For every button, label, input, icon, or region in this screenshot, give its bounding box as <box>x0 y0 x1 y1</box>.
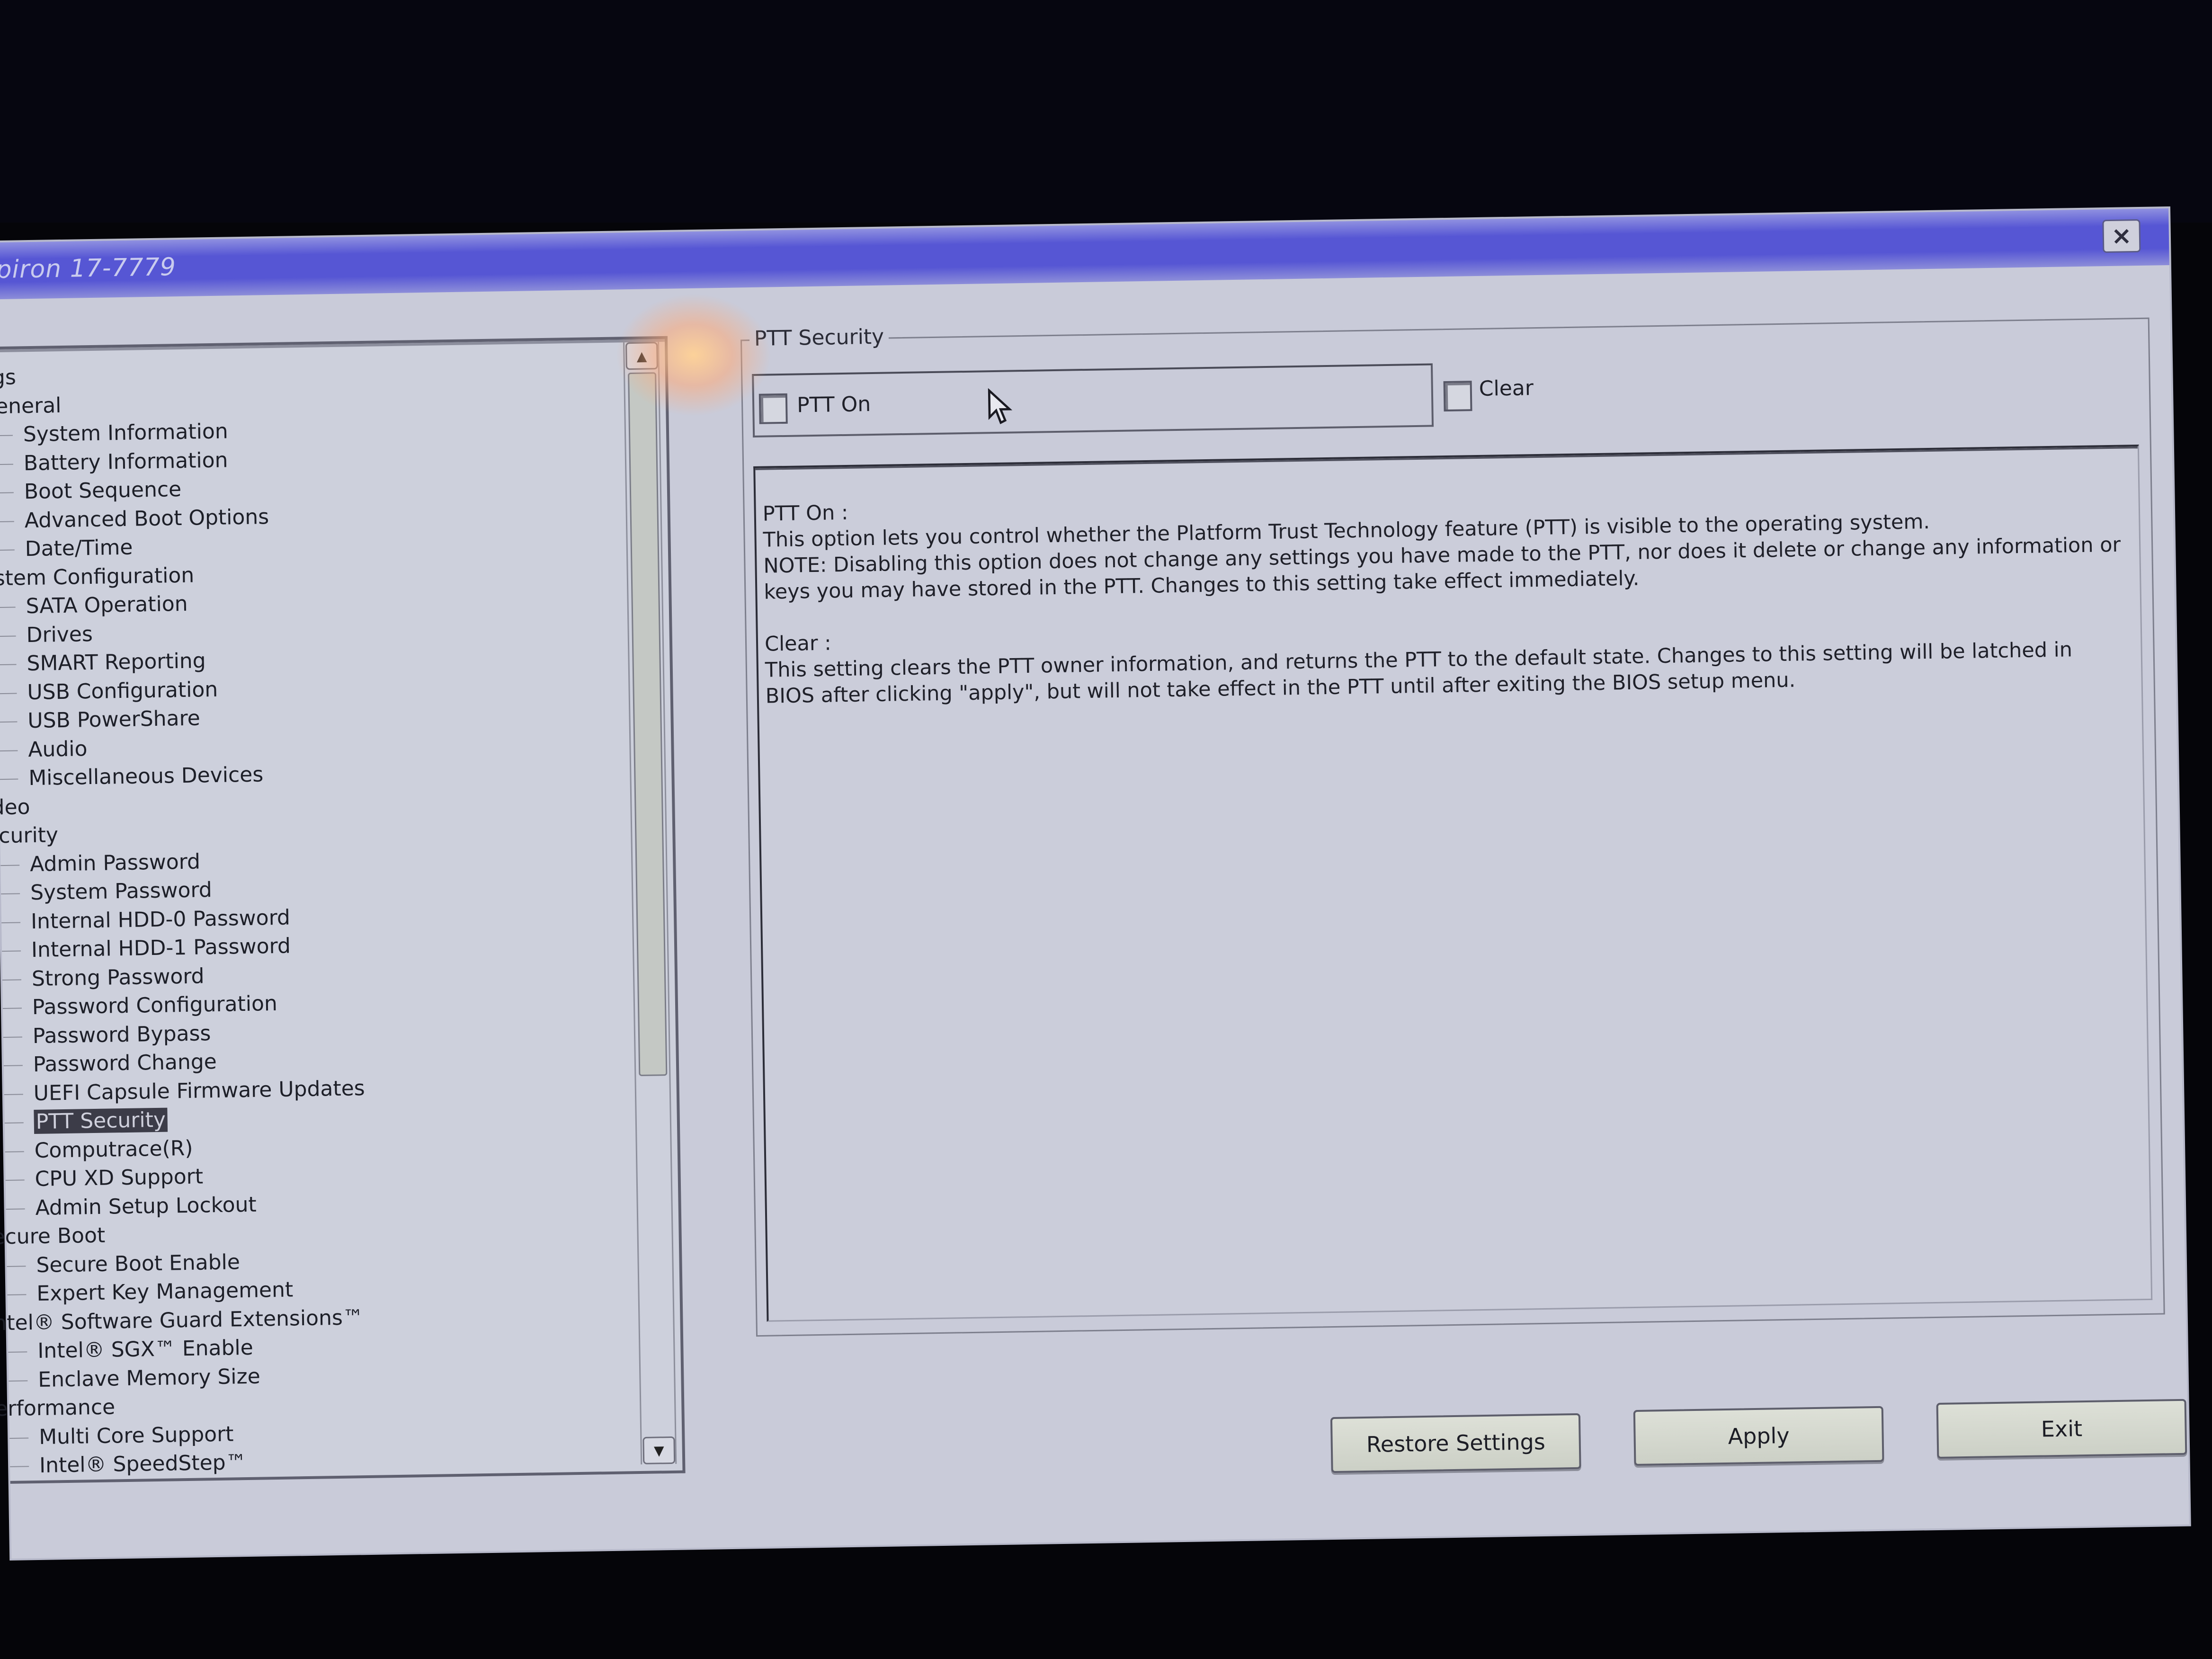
tree-item-label: USB PowerShare <box>27 706 201 733</box>
settings-tree: ngs General System Information Battery Info… <box>0 354 621 1481</box>
group-title: PTT Security <box>749 324 889 351</box>
tree-item-label: Enclave Memory Size <box>37 1364 261 1392</box>
tree-item-label: SATA Operation <box>26 591 188 619</box>
tree-item-label: Drives <box>26 622 93 647</box>
tree-item-label: Boot Sequence <box>24 477 182 504</box>
help-text-box: PTT On : This option lets you control wh… <box>753 445 2153 1322</box>
monitor-bezel <box>0 0 2212 223</box>
tree-item-label: ngs <box>0 365 17 390</box>
tree-item-label: Battery Information <box>23 447 228 475</box>
tree-item-label: CPU XD Support <box>35 1164 204 1192</box>
tree-item-label: Advanced Boot Options <box>24 504 269 533</box>
tree-item-label: erformance <box>0 1395 116 1421</box>
tree-item-label: Admin Password <box>29 849 201 876</box>
bios-setup-window: piron 17-7779 × ngs General System Informa… <box>0 208 2189 1559</box>
restore-settings-button[interactable]: Restore Settings <box>1330 1413 1581 1473</box>
tree-item-label: Internal HDD-1 Password <box>31 934 291 963</box>
tree-item-label: USB Configuration <box>27 677 218 705</box>
tree-item-label: General <box>0 393 62 419</box>
close-button[interactable]: × <box>2102 219 2141 253</box>
tree-item-label: Admin Setup Lockout <box>35 1192 257 1220</box>
apply-button[interactable]: Apply <box>1633 1406 1884 1466</box>
ptt-on-checkbox[interactable] <box>758 393 788 424</box>
tree-item-label: Password Configuration <box>32 991 278 1020</box>
tree-item-label: Password Bypass <box>32 1021 211 1048</box>
window-title: piron 17-7779 <box>0 253 177 285</box>
ptt-on-label[interactable]: PTT On <box>797 392 871 417</box>
ptt-on-option-frame: PTT On <box>752 363 1434 438</box>
tree-item-label: SMART Reporting <box>27 649 206 676</box>
clear-label[interactable]: Clear <box>1479 376 1534 401</box>
tree-item-label: PTT Security <box>34 1107 168 1134</box>
scroll-up-button[interactable]: ▲ <box>625 342 658 370</box>
help-text: PTT On : This option lets you control wh… <box>762 480 2124 710</box>
tree-item-label: ideo <box>0 794 30 820</box>
tree-item-label: UEFI Capsule Firmware Updates <box>33 1076 366 1106</box>
tree-item-label: Miscellaneous Devices <box>28 762 264 791</box>
tree-item-label: ystem Configuration <box>0 563 195 591</box>
tree-item-label: ecurity <box>0 823 59 848</box>
clear-checkbox[interactable] <box>1443 381 1472 412</box>
scroll-thumb[interactable] <box>628 372 668 1076</box>
tree-item-label: Computrace(R) <box>34 1136 193 1163</box>
tree-item-label: ntel® Software Guard Extensions™ <box>0 1305 364 1335</box>
close-icon: × <box>2111 222 2132 250</box>
tree-item-label: Audio <box>27 736 88 762</box>
tree-item-label: Strong Password <box>31 963 205 991</box>
tree-item-label: Date/Time <box>25 535 133 562</box>
settings-tree-panel: ngs General System Information Battery Info… <box>0 336 686 1484</box>
tree-item-label: Multi Core Support <box>38 1422 234 1449</box>
tree-item-label: Expert Key Management <box>36 1277 294 1306</box>
tree-item-label: Password Change <box>33 1049 217 1077</box>
scroll-down-button[interactable]: ▼ <box>642 1436 676 1464</box>
arrow-down-icon: ▼ <box>653 1442 664 1459</box>
tree-scrollbar[interactable]: ▲ ▼ <box>623 342 677 1465</box>
arrow-up-icon: ▲ <box>636 348 647 364</box>
tree-item-label: Secure Boot Enable <box>36 1249 241 1277</box>
ptt-security-group: PTT Security PTT On Clear PTT On : This … <box>740 317 2165 1337</box>
tree-item-label: ecure Boot <box>0 1223 106 1249</box>
mouse-cursor-icon <box>988 388 1013 425</box>
settings-detail-panel: PTT Security PTT On Clear PTT On : This … <box>740 298 2176 1357</box>
exit-button[interactable]: Exit <box>1936 1399 2187 1459</box>
tree-item-label: System Password <box>30 878 213 905</box>
tree-item-label: Internal HDD-0 Password <box>30 905 291 934</box>
tree-item-label: System Information <box>23 419 229 447</box>
tree-item-label: Intel® SGX™ Enable <box>37 1335 254 1363</box>
tree-item-label: Intel® SpeedStep™ <box>39 1450 247 1478</box>
